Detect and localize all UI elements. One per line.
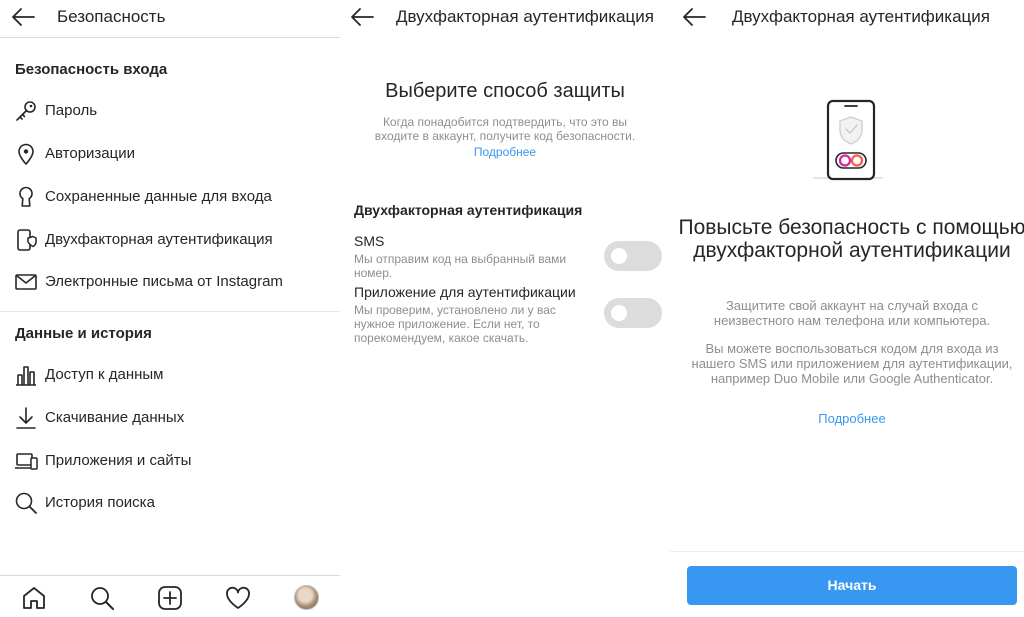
bar-chart-icon xyxy=(16,366,36,386)
keyhole-icon xyxy=(19,186,33,207)
envelope-icon xyxy=(15,274,37,290)
option-sms-description: Мы отправим код на выбранный вами номер. xyxy=(354,252,567,280)
search-icon xyxy=(15,492,37,514)
menu-item-search-history[interactable]: История поиска xyxy=(0,483,340,523)
menu-item-password[interactable]: Пароль xyxy=(0,91,340,131)
header: Двухфакторная аутентификация xyxy=(340,0,670,38)
back-arrow-icon[interactable] xyxy=(10,6,36,28)
menu-item-download-data[interactable]: Скачивание данных xyxy=(0,398,340,438)
menu-item-label: Двухфакторная аутентификация xyxy=(45,231,273,248)
menu-item-label: История поиска xyxy=(45,494,155,511)
option-sms-title: SMS xyxy=(354,233,385,249)
key-icon xyxy=(16,101,36,121)
learn-more-link[interactable]: Подробнее xyxy=(474,145,536,159)
menu-item-label: Скачивание данных xyxy=(45,409,185,426)
menu-item-data-access[interactable]: Доступ к данным xyxy=(0,355,340,395)
back-arrow-icon[interactable] xyxy=(681,6,707,28)
menu-item-label: Пароль xyxy=(45,102,98,119)
toggle-knob xyxy=(611,248,627,264)
description-secondary: Вы можете воспользоваться кодом для вход… xyxy=(691,341,1013,386)
option-auth-app-description: Мы проверим, установлено ли у вас нужное… xyxy=(354,303,556,345)
menu-item-label: Приложения и сайты xyxy=(45,452,192,469)
menu-item-two-factor[interactable]: Двухфакторная аутентификация xyxy=(0,220,340,260)
learn-more-link[interactable]: Подробнее xyxy=(818,411,885,426)
home-icon[interactable] xyxy=(21,585,47,611)
phone-shield-icon xyxy=(17,229,37,251)
header: Двухфакторная аутентификация xyxy=(670,0,1024,38)
description: Когда понадобится подтвердить, что это в… xyxy=(374,115,636,143)
search-icon[interactable] xyxy=(89,585,115,611)
option-auth-app-title: Приложение для аутентификации xyxy=(354,284,576,300)
menu-item-label: Сохраненные данные для входа xyxy=(45,188,272,205)
subheading: Двухфакторная аутентификация xyxy=(354,202,583,218)
security-settings-screen: Безопасность Безопасность входа Пароль А… xyxy=(0,0,340,617)
phone-shield-illustration xyxy=(813,99,883,181)
learn-more-row: Подробнее xyxy=(340,145,670,159)
laptop-icon xyxy=(15,453,38,470)
page-title: Двухфакторная аутентификация xyxy=(732,7,990,26)
location-pin-icon xyxy=(18,143,34,166)
add-post-icon[interactable] xyxy=(157,585,183,611)
toggle-knob xyxy=(611,305,627,321)
choose-protection-method-screen: Двухфакторная аутентификация Выберите сп… xyxy=(340,0,670,617)
heart-icon[interactable] xyxy=(225,585,251,611)
menu-item-apps-websites[interactable]: Приложения и сайты xyxy=(0,441,340,481)
section-title-data-history: Данные и история xyxy=(15,325,152,342)
menu-item-label: Доступ к данным xyxy=(45,366,164,383)
bottom-tab-bar xyxy=(0,575,340,617)
page-title: Двухфакторная аутентификация xyxy=(396,7,654,26)
download-icon xyxy=(16,407,36,429)
section-divider xyxy=(0,311,340,312)
auth-app-toggle[interactable] xyxy=(604,298,662,328)
menu-item-label: Электронные письма от Instagram xyxy=(45,273,283,290)
section-title-login-security: Безопасность входа xyxy=(15,61,168,78)
menu-item-emails[interactable]: Электронные письма от Instagram xyxy=(0,262,340,302)
start-button[interactable]: Начать xyxy=(687,566,1017,605)
profile-avatar[interactable] xyxy=(294,585,319,610)
footer-divider xyxy=(670,551,1024,552)
header: Безопасность xyxy=(0,0,340,38)
back-arrow-icon[interactable] xyxy=(349,6,375,28)
menu-item-authorizations[interactable]: Авторизации xyxy=(0,134,340,174)
menu-item-label: Авторизации xyxy=(45,145,135,162)
heading: Повысьте безопасность с помощью двухфакт… xyxy=(678,216,1024,262)
description-primary: Защитите свой аккаунт на случай входа с … xyxy=(713,298,991,328)
page-title: Безопасность xyxy=(57,7,166,26)
menu-item-saved-login[interactable]: Сохраненные данные для входа xyxy=(0,177,340,217)
heading: Выберите способ защиты xyxy=(385,80,625,102)
sms-toggle[interactable] xyxy=(604,241,662,271)
learn-more-row: Подробнее xyxy=(670,411,1024,426)
two-factor-intro-screen: Двухфакторная аутентификация Повысьте бе… xyxy=(670,0,1024,617)
